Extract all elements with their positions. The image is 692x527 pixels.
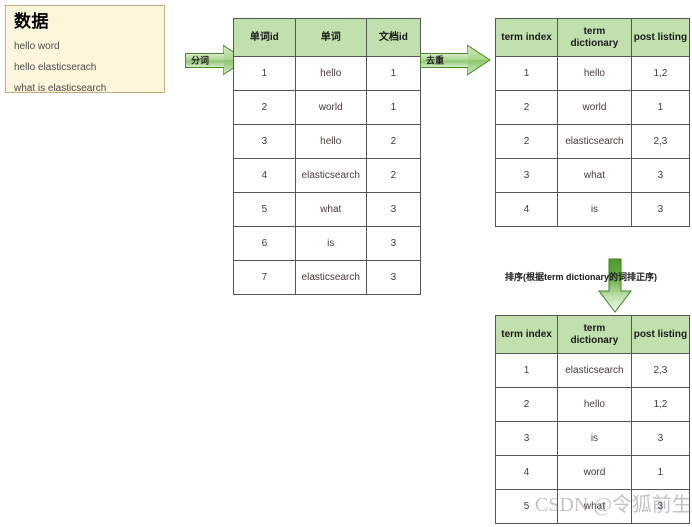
cell-word: what: [294, 192, 367, 227]
cell-word-id: 1: [233, 56, 296, 91]
cell-term-dictionary: what: [557, 489, 632, 524]
cell-post-listing: 1,2: [630, 387, 691, 422]
cell-word-id: 5: [233, 192, 296, 227]
cell-term-dictionary: elasticsearch: [557, 124, 632, 159]
table-row: 3 hello 2: [233, 124, 422, 159]
cell-post-listing: 1,2: [630, 56, 691, 91]
col-header-term-index: term index: [494, 18, 559, 57]
table-row: 2 world 1: [494, 90, 691, 125]
col-header-term-dictionary: term dictionary: [557, 315, 632, 354]
table-row: 5 what 3: [494, 489, 691, 524]
dedup-arrow-icon: 去重: [420, 44, 492, 76]
cell-word: elasticsearch: [294, 158, 367, 193]
col-header-term-index: term index: [494, 315, 559, 354]
data-source-title: 数据: [14, 12, 49, 31]
table-row: 4 is 3: [494, 192, 691, 227]
cell-doc-id: 3: [365, 192, 422, 227]
cell-word-id: 2: [233, 90, 296, 125]
cell-term-index: 4: [494, 192, 559, 227]
col-header-post-listing: post listing: [630, 315, 691, 354]
cell-term-index: 2: [494, 90, 559, 125]
data-source-box: 数据 hello word hello elasticserach what i…: [5, 5, 165, 94]
dedup-arrow-label: 去重: [426, 55, 445, 66]
col-header-term-dictionary: term dictionary: [557, 18, 632, 57]
table-row: 4 elasticsearch 2: [233, 158, 422, 193]
table-row: 3 is 3: [494, 421, 691, 456]
table-row: 2 world 1: [233, 90, 422, 125]
cell-term-index: 2: [494, 124, 559, 159]
cell-doc-id: 1: [365, 56, 422, 91]
cell-word: hello: [294, 56, 367, 91]
cell-word: world: [294, 90, 367, 125]
sorted-table: term index term dictionary post listing …: [494, 315, 691, 524]
cell-post-listing: 3: [630, 421, 691, 456]
cell-doc-id: 2: [365, 124, 422, 159]
table-row: 6 is 3: [233, 226, 422, 261]
cell-word: is: [294, 226, 367, 261]
table-row: 3 what 3: [494, 158, 691, 193]
diagram-canvas: 数据 hello word hello elasticserach what i…: [0, 0, 692, 527]
sort-arrow-glyph: [597, 258, 633, 313]
cell-term-index: 1: [494, 56, 559, 91]
data-source-line-3: what is elasticsearch: [14, 83, 107, 94]
cell-word-id: 3: [233, 124, 296, 159]
tokenize-arrow-label: 分词: [191, 55, 210, 66]
cell-post-listing: 1: [630, 90, 691, 125]
cell-term-index: 5: [494, 489, 559, 524]
col-header-post-listing: post listing: [630, 18, 691, 57]
tokens-table: 单词id 单词 文档id 1 hello 1 2 world 1 3 hello…: [233, 18, 422, 295]
table-row: 5 what 3: [233, 192, 422, 227]
cell-word: elasticsearch: [294, 260, 367, 295]
cell-term-index: 4: [494, 455, 559, 490]
cell-term-index: 3: [494, 158, 559, 193]
table-row: 2 elasticsearch 2,3: [494, 124, 691, 159]
col-header-word: 单词: [294, 18, 367, 57]
cell-post-listing: 1: [630, 455, 691, 490]
table-row: 1 hello 1,2: [494, 56, 691, 91]
table-row: 2 hello 1,2: [494, 387, 691, 422]
table-row: 4 word 1: [494, 455, 691, 490]
cell-word-id: 7: [233, 260, 296, 295]
cell-term-dictionary: world: [557, 90, 632, 125]
cell-term-dictionary: is: [557, 421, 632, 456]
col-header-word-id: 单词id: [233, 18, 296, 57]
cell-term-dictionary: is: [557, 192, 632, 227]
cell-term-dictionary: elasticsearch: [557, 353, 632, 388]
cell-term-dictionary: hello: [557, 387, 632, 422]
cell-term-index: 1: [494, 353, 559, 388]
cell-term-dictionary: hello: [557, 56, 632, 91]
table-row: 7 elasticsearch 3: [233, 260, 422, 295]
col-header-doc-id: 文档id: [365, 18, 422, 57]
cell-doc-id: 3: [365, 260, 422, 295]
cell-doc-id: 2: [365, 158, 422, 193]
cell-post-listing: 3: [630, 158, 691, 193]
data-source-line-1: hello word: [14, 41, 60, 52]
cell-term-index: 3: [494, 421, 559, 456]
table-row: 1 hello 1: [233, 56, 422, 91]
cell-post-listing: 2,3: [630, 124, 691, 159]
cell-doc-id: 1: [365, 90, 422, 125]
sort-arrow-label: 排序(根据term dictionary的词排正序): [505, 272, 658, 282]
cell-doc-id: 3: [365, 226, 422, 261]
table-row: 1 elasticsearch 2,3: [494, 353, 691, 388]
cell-post-listing: 2,3: [630, 353, 691, 388]
dedup-table: term index term dictionary post listing …: [494, 18, 691, 227]
cell-word-id: 6: [233, 226, 296, 261]
cell-term-dictionary: what: [557, 158, 632, 193]
cell-word: hello: [294, 124, 367, 159]
data-source-line-2: hello elasticserach: [14, 62, 97, 73]
cell-post-listing: 3: [630, 489, 691, 524]
cell-word-id: 4: [233, 158, 296, 193]
sort-arrow-icon: [597, 258, 633, 313]
table-header-row: term index term dictionary post listing: [494, 18, 691, 57]
cell-post-listing: 3: [630, 192, 691, 227]
arrow-head-icon: [467, 44, 491, 76]
table-header-row: 单词id 单词 文档id: [233, 18, 422, 57]
table-header-row: term index term dictionary post listing: [494, 315, 691, 354]
cell-term-dictionary: word: [557, 455, 632, 490]
cell-term-index: 2: [494, 387, 559, 422]
